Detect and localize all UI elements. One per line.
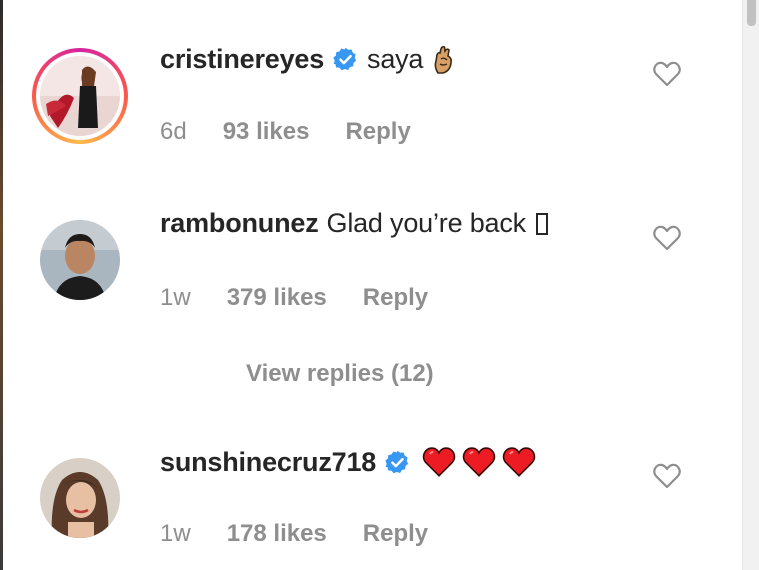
comment-age[interactable]: 1w: [160, 520, 191, 548]
missing-glyph-icon: [535, 212, 548, 235]
comment-meta: 1w 379 likes Reply: [160, 284, 428, 312]
comment-text: Glad you’re back: [326, 208, 527, 238]
avatar-story-ring[interactable]: [32, 48, 128, 144]
likes-count-button[interactable]: 379 likes: [227, 284, 327, 312]
scrollbar[interactable]: [742, 0, 759, 570]
likes-count-button[interactable]: 178 likes: [227, 520, 327, 548]
avatar-wrapper[interactable]: [40, 220, 120, 300]
comment-line: rambonunez Glad you’re back: [160, 208, 548, 239]
username-link[interactable]: cristinereyes: [160, 44, 324, 75]
like-heart-icon[interactable]: [652, 224, 682, 252]
comment-line: cristinereyes saya: [160, 44, 457, 75]
comment-text: saya: [367, 44, 424, 74]
comments-panel: cristinereyes saya 6d 93 likes Reply ram…: [0, 0, 759, 570]
username-link[interactable]: sunshinecruz718: [160, 447, 376, 478]
like-heart-icon[interactable]: [652, 462, 682, 490]
finger-crossed-emoji-icon: [431, 45, 457, 75]
avatar[interactable]: [40, 56, 120, 136]
scrollbar-thumb[interactable]: [747, 0, 756, 26]
comment-age[interactable]: 1w: [160, 284, 191, 312]
likes-count-button[interactable]: 93 likes: [223, 118, 310, 146]
background-edge: [0, 0, 3, 570]
reply-button[interactable]: Reply: [363, 520, 428, 548]
view-replies-button[interactable]: View replies (12): [246, 360, 434, 388]
verified-badge-icon: [384, 449, 411, 476]
comment-meta: 1w 178 likes Reply: [160, 520, 428, 548]
comment-meta: 6d 93 likes Reply: [160, 118, 411, 146]
comment-line: sunshinecruz718: [160, 446, 537, 478]
like-heart-icon[interactable]: [652, 60, 682, 88]
reply-button[interactable]: Reply: [363, 284, 428, 312]
avatar[interactable]: [40, 220, 120, 300]
three-red-hearts-emoji-icon: [421, 446, 537, 478]
avatar-wrapper[interactable]: [40, 458, 120, 538]
comment-age[interactable]: 6d: [160, 118, 187, 146]
reply-button[interactable]: Reply: [345, 118, 410, 146]
username-link[interactable]: rambonunez: [160, 208, 319, 239]
avatar[interactable]: [40, 458, 120, 538]
verified-badge-icon: [332, 46, 359, 73]
